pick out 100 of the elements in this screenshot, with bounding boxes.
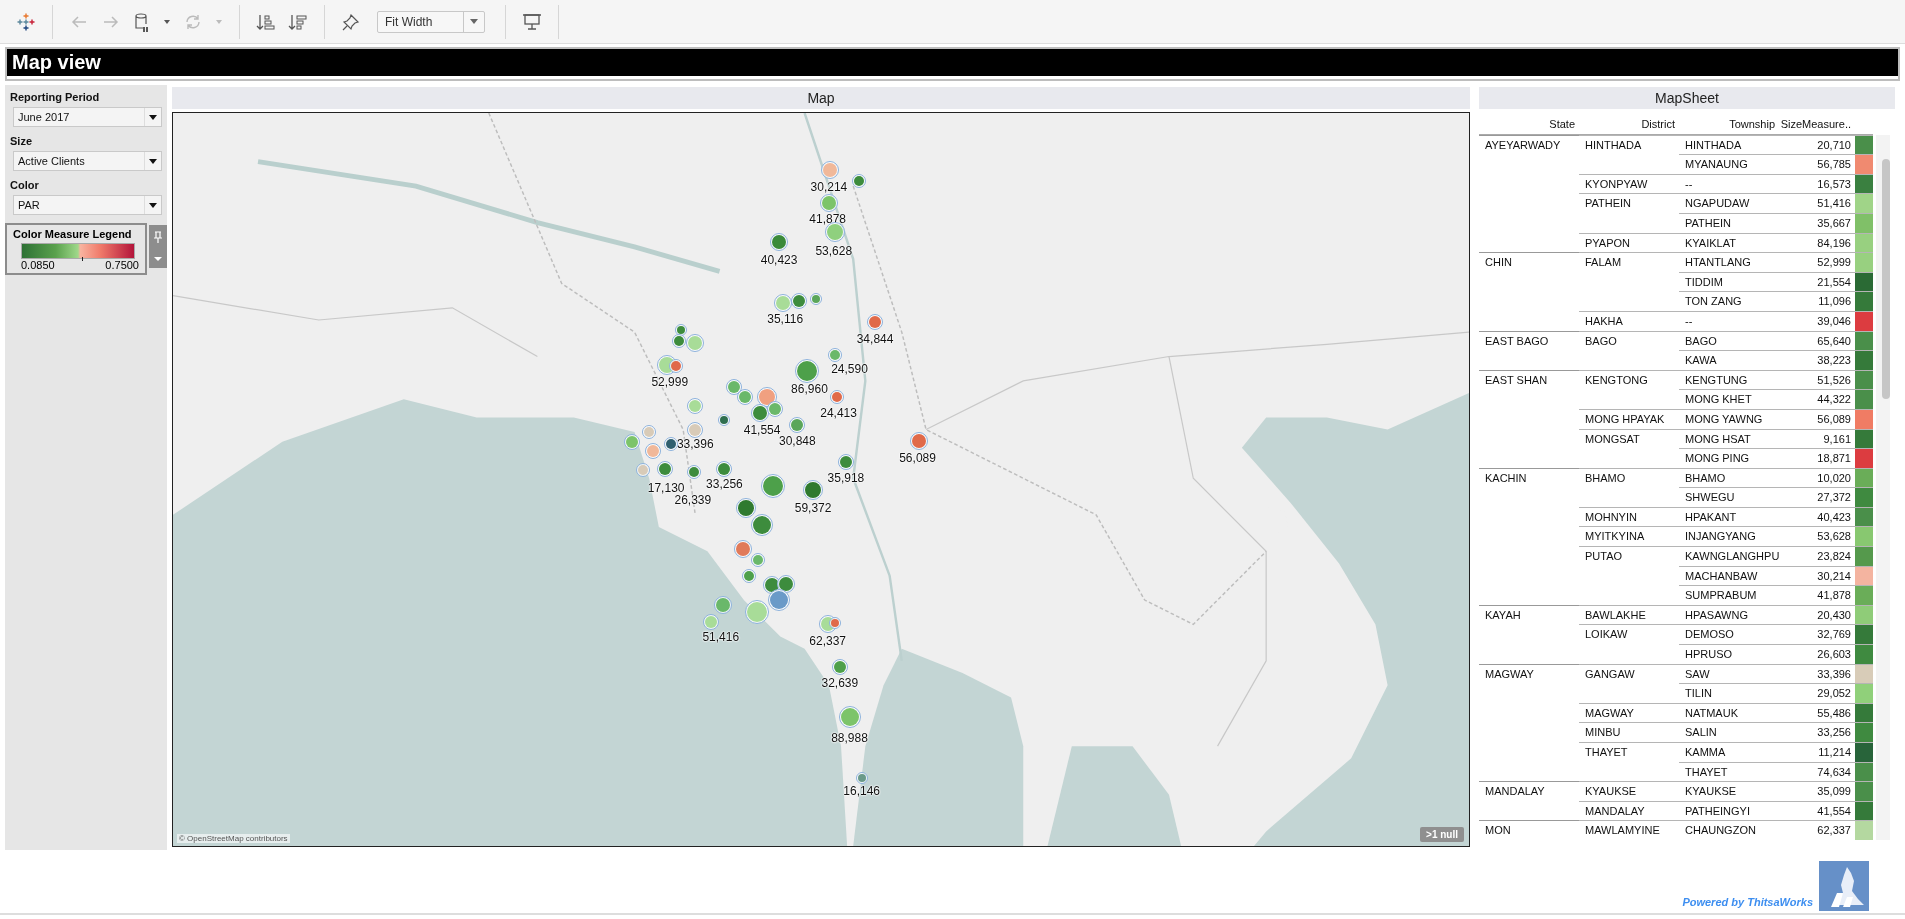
table-cell: KAMMA (1679, 742, 1779, 762)
marker-label: 59,372 (794, 500, 832, 515)
table-cell: TIDDIM (1679, 271, 1779, 292)
caret-icon (149, 114, 157, 120)
table-cell: CHAUNGZON (1679, 820, 1779, 840)
table-cell: HAKHA (1579, 310, 1679, 331)
column-header: Township (1679, 115, 1779, 135)
legend-side-tab[interactable] (149, 225, 167, 268)
table-cell: MONG HPAYAK (1579, 408, 1679, 429)
table-cell: BAGO (1579, 330, 1679, 370)
table-cell: MYITKYINA (1579, 526, 1679, 547)
table-cell: PATHEIN (1679, 212, 1779, 233)
table-cell: KYAIKLAT (1679, 232, 1779, 253)
presentation-icon[interactable] (522, 11, 542, 32)
legend-max-value: 0.7500 (105, 259, 139, 271)
table-cell: MONG HSAT (1679, 428, 1779, 449)
caret-icon[interactable] (153, 255, 163, 262)
table-cell: KAWA (1679, 350, 1779, 370)
table-cell: GANGAW (1579, 663, 1679, 703)
table-cell: PATHEINGYI (1679, 800, 1779, 821)
table-cell: MONG PING (1679, 448, 1779, 468)
table-cell: MANDALAY (1479, 781, 1579, 821)
column-header: District (1579, 115, 1679, 135)
marker-label: 88,988 (831, 730, 868, 745)
table-cell: BAGO (1679, 330, 1779, 351)
caret-icon (149, 202, 157, 208)
table-cell: MON (1479, 820, 1579, 840)
table-cell: MINBU (1579, 722, 1679, 742)
marker-label: 41,554 (743, 422, 781, 437)
table-cell: INJANGYANG (1679, 526, 1779, 547)
table-cell: CHIN (1479, 252, 1579, 331)
table-cell: DEMOSO (1679, 624, 1779, 645)
marker-label: 51,416 (702, 629, 740, 644)
legend-title: Color Measure Legend (13, 228, 132, 240)
table-cell: EAST SHAN (1479, 369, 1579, 468)
marker-label: 24,590 (831, 361, 868, 376)
table-cell: KACHIN (1479, 467, 1579, 605)
table-cell: MANDALAY (1579, 800, 1679, 821)
table-cell: THAYET (1579, 742, 1679, 782)
marker-label: 30,214 (810, 180, 848, 195)
table-cell: BHAMO (1679, 467, 1779, 488)
table-cell: BAWLAKHE (1579, 604, 1679, 625)
filter-dropdown[interactable]: June 2017 (13, 107, 162, 127)
table-cell: MAGWAY (1479, 663, 1579, 782)
table-cell: MYANAUNG (1679, 154, 1779, 174)
filter-dropdown[interactable]: PAR (13, 195, 162, 215)
map-attribution: © OpenStreetMap contributors (177, 834, 290, 843)
marker-label: 30,848 (778, 433, 816, 448)
filter-label: Reporting Period (9, 90, 101, 105)
pin-icon[interactable] (341, 11, 361, 32)
marker-label: 17,130 (647, 481, 685, 495)
table-cell: KYAUKSE (1679, 781, 1779, 801)
caret-icon[interactable] (163, 18, 171, 25)
table-cell: KYONPYAW (1579, 173, 1679, 194)
table-cell: SALIN (1679, 722, 1779, 742)
marker-label: 52,999 (651, 375, 689, 390)
table-cell: SUMPRABUM (1679, 585, 1779, 605)
marker-label: 33,256 (706, 477, 743, 492)
table-cell: HINTHADA (1679, 134, 1779, 155)
table-cell: MACHANBAW (1679, 565, 1779, 586)
company-logo-icon[interactable] (1819, 861, 1869, 911)
table-cell: KENGTUNG (1679, 369, 1779, 390)
table-cell: KAYAH (1479, 604, 1579, 664)
table-cell: THAYET (1679, 761, 1779, 782)
database-pause-icon[interactable] (133, 10, 151, 33)
marker-label: 86,960 (791, 382, 828, 397)
table-cell: MAGWAY (1579, 702, 1679, 723)
table-cell: BHAMO (1579, 467, 1679, 507)
table-cell: SHWEGU (1679, 487, 1779, 507)
filter-label: Color (9, 178, 40, 193)
tableau-logo-icon[interactable] (16, 11, 36, 32)
table-cell: MONGSAT (1579, 428, 1679, 468)
table-cell: NGAPUDAW (1679, 193, 1779, 213)
map-title: Map (172, 87, 1470, 109)
scrollbar[interactable] (1882, 159, 1890, 399)
marker-label: 34,844 (856, 332, 894, 347)
table-cell: KAWNGLANGHPU (1679, 546, 1779, 566)
table-cell: MAWLAMYINE (1579, 820, 1679, 840)
marker-label: 41,878 (809, 211, 846, 226)
table-cell: MONG KHET (1679, 389, 1779, 409)
table-cell: FALAM (1579, 252, 1679, 311)
table-cell: MONG YAWNG (1679, 408, 1779, 429)
table-cell: MOHNYIN (1579, 506, 1679, 527)
table-cell: HTANTLANG (1679, 252, 1779, 272)
table-cell: TON ZANG (1679, 291, 1779, 311)
table-cell: KENGTONG (1579, 369, 1679, 409)
column-header: State (1479, 115, 1579, 135)
filter-dropdown[interactable]: Active Clients (13, 151, 162, 171)
table-cell: PATHEIN (1579, 193, 1679, 233)
marker-label: 56,089 (899, 450, 936, 465)
table-cell: HPASAWNG (1679, 604, 1779, 625)
caret-icon (149, 158, 157, 164)
filter-label: Size (9, 134, 33, 149)
zoom-mode-dropdown[interactable]: Fit Width (377, 10, 485, 33)
caret-icon[interactable] (470, 19, 478, 24)
dashboard-title: Map view (7, 49, 1898, 76)
column-header: SizeMeasure.. (1779, 115, 1855, 135)
marker-label: 35,918 (827, 471, 865, 486)
table-cell: HPAKANT (1679, 506, 1779, 527)
table-cell: -- (1679, 310, 1779, 331)
